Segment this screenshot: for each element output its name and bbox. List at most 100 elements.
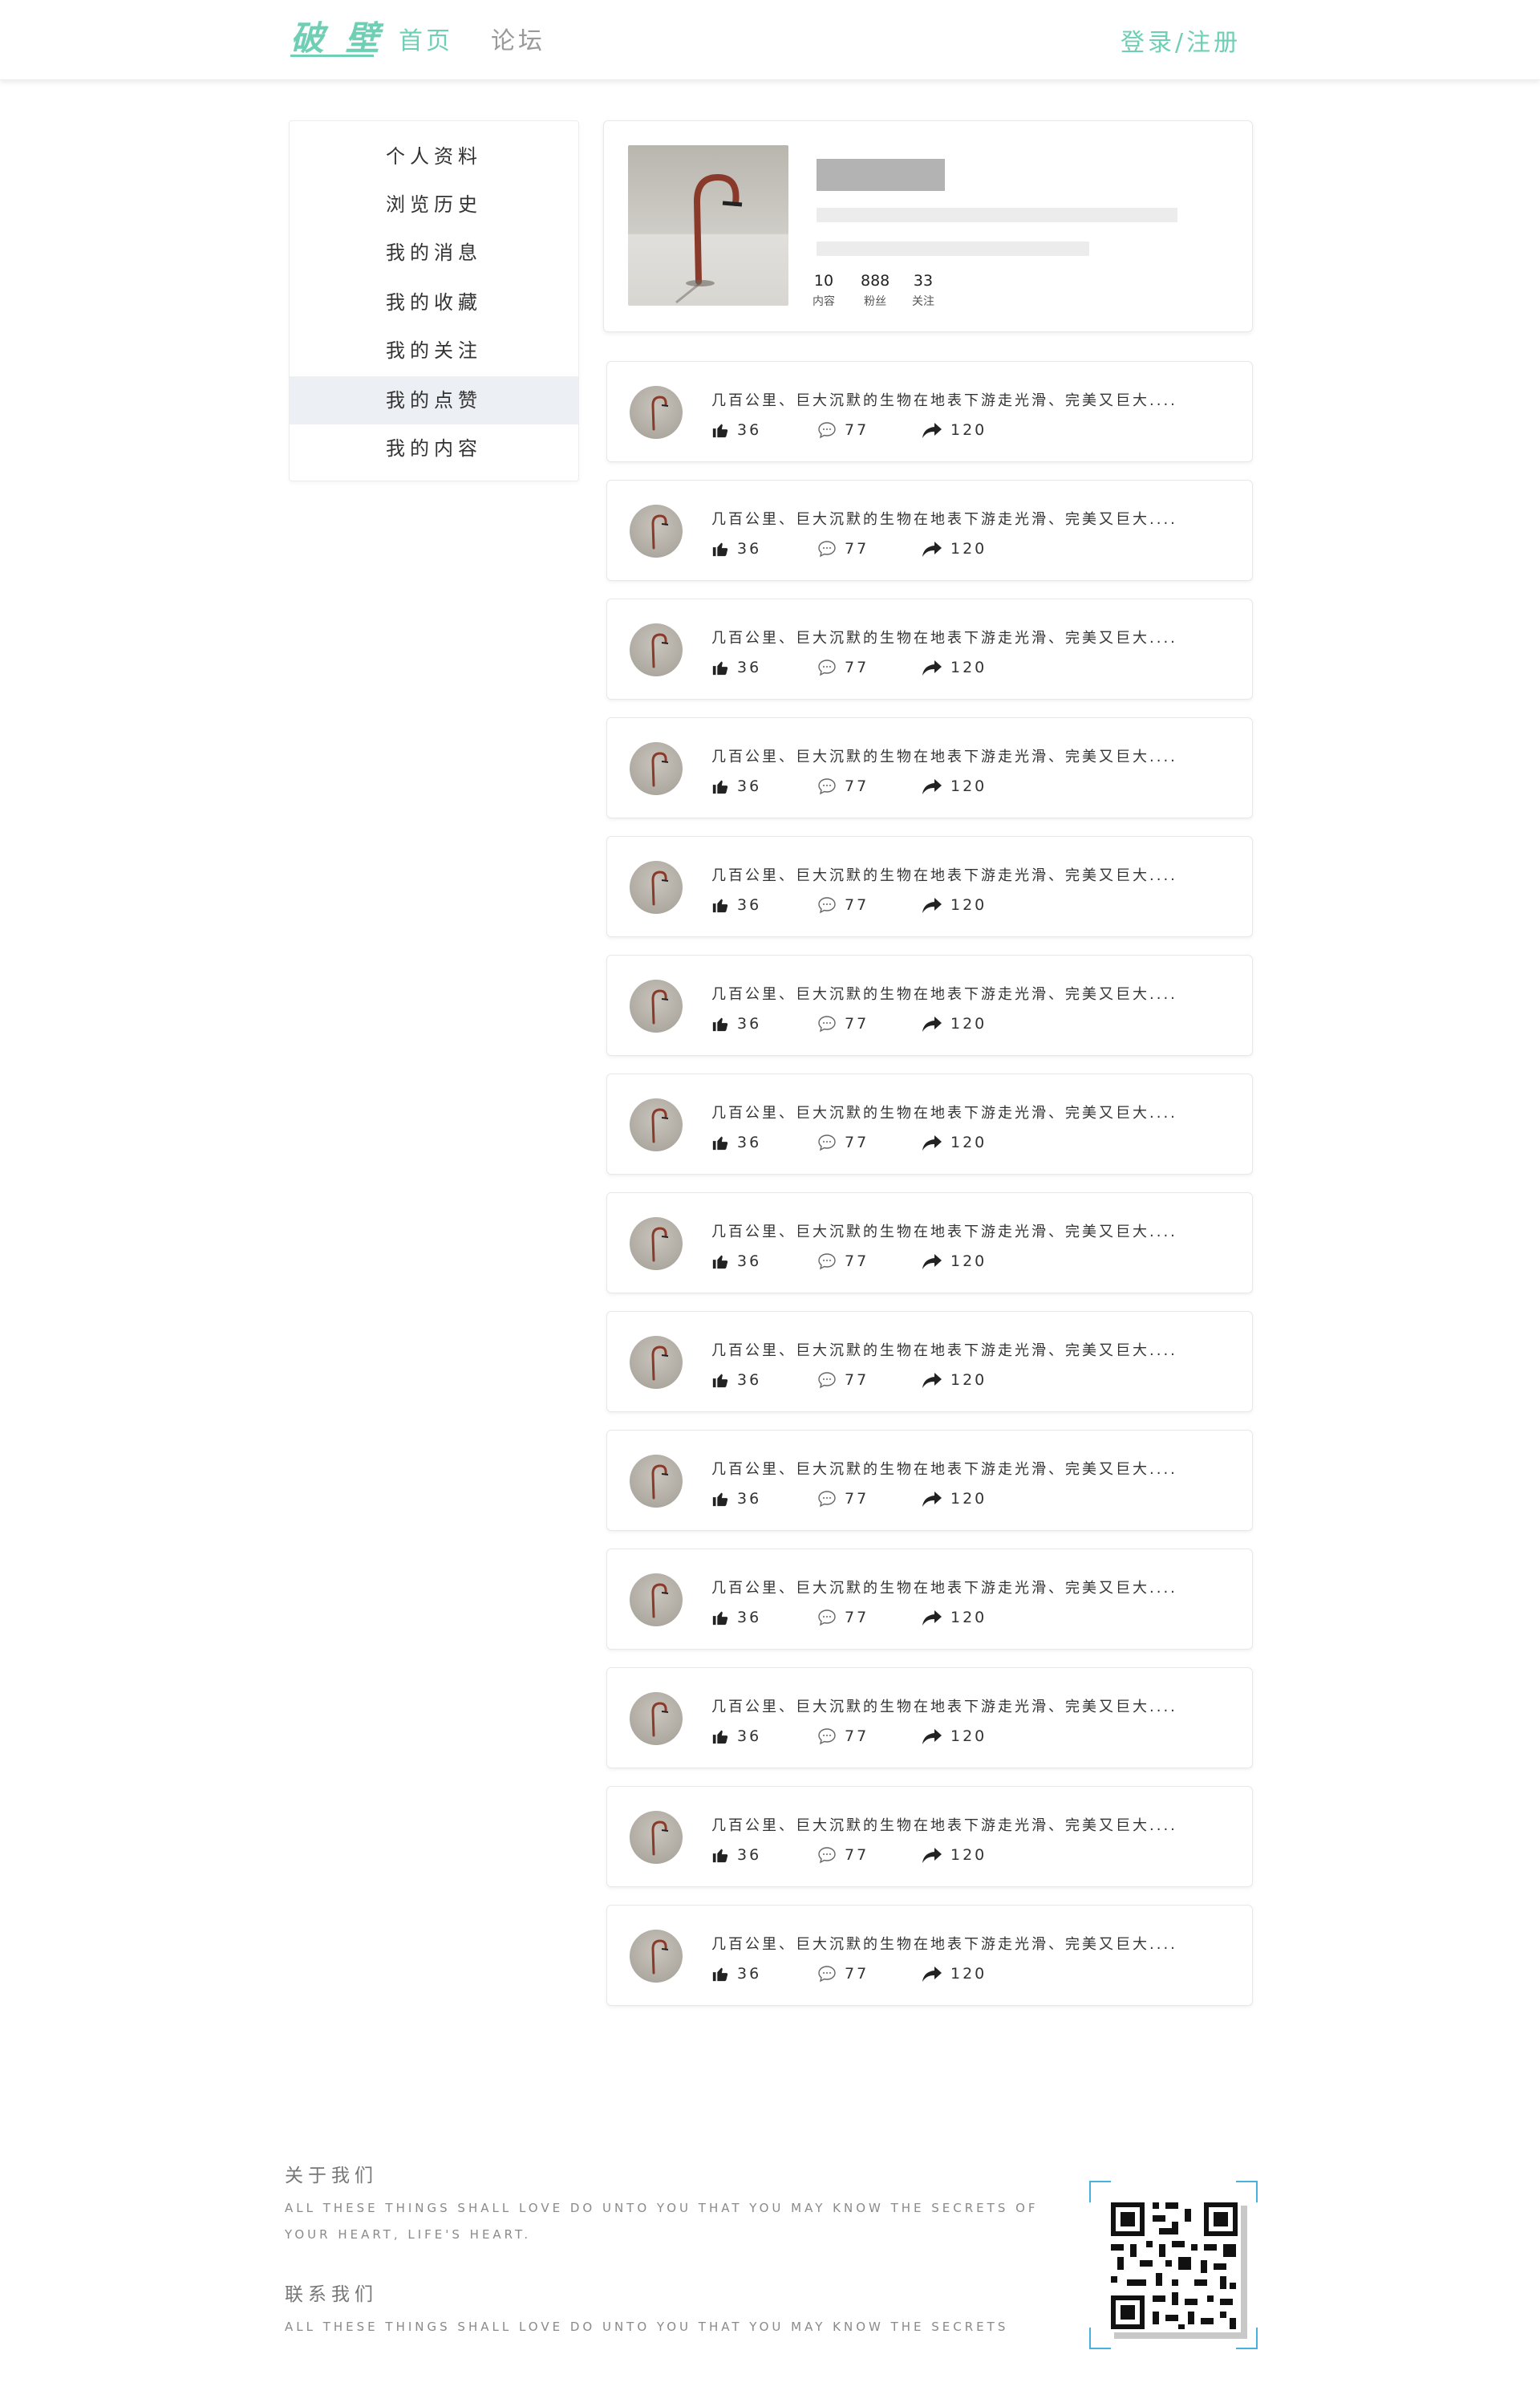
- comment-button[interactable]: 77: [817, 1490, 869, 1508]
- feed-avatar[interactable]: [630, 1573, 683, 1626]
- feed-item[interactable]: 几百公里、巨大沉默的生物在地表下游走光滑、完美又巨大.... 36 77 120: [606, 599, 1253, 700]
- feed-item[interactable]: 几百公里、巨大沉默的生物在地表下游走光滑、完美又巨大.... 36 77 120: [606, 1549, 1253, 1650]
- comment-button[interactable]: 77: [817, 896, 869, 914]
- like-button[interactable]: 36: [711, 896, 761, 914]
- share-button[interactable]: 120: [922, 1252, 987, 1270]
- feed-avatar[interactable]: [630, 623, 683, 676]
- feed-text[interactable]: 几百公里、巨大沉默的生物在地表下游走光滑、完美又巨大....: [711, 1339, 1177, 1360]
- share-button[interactable]: 120: [922, 1846, 987, 1864]
- sidebar-item-likes[interactable]: 我的点赞: [290, 376, 578, 424]
- stat-following[interactable]: 33 关注: [912, 272, 934, 309]
- share-button[interactable]: 120: [922, 1965, 987, 1983]
- stat-fans[interactable]: 888 粉丝: [861, 272, 890, 309]
- comment-button[interactable]: 77: [817, 1965, 869, 1983]
- share-arrow-icon: [922, 1254, 942, 1269]
- feed-item[interactable]: 几百公里、巨大沉默的生物在地表下游走光滑、完美又巨大.... 36 77 120: [606, 361, 1253, 462]
- feed-avatar[interactable]: [630, 1692, 683, 1745]
- nav-forum-link[interactable]: 论坛: [491, 21, 545, 56]
- feed-item[interactable]: 几百公里、巨大沉默的生物在地表下游走光滑、完美又巨大.... 36 77 120: [606, 955, 1253, 1056]
- share-button[interactable]: 120: [922, 1727, 987, 1745]
- comment-button[interactable]: 77: [817, 1015, 869, 1033]
- like-button[interactable]: 36: [711, 1609, 761, 1626]
- feed-avatar[interactable]: [630, 1811, 683, 1864]
- like-button[interactable]: 36: [711, 1252, 761, 1270]
- like-button[interactable]: 36: [711, 659, 761, 676]
- feed-text[interactable]: 几百公里、巨大沉默的生物在地表下游走光滑、完美又巨大....: [711, 864, 1177, 885]
- sidebar-item-profile[interactable]: 个人资料: [290, 132, 578, 181]
- comment-bubble-icon: [818, 422, 836, 439]
- feed-item[interactable]: 几百公里、巨大沉默的生物在地表下游走光滑、完美又巨大.... 36 77 120: [606, 1311, 1253, 1412]
- feed-text[interactable]: 几百公里、巨大沉默的生物在地表下游走光滑、完美又巨大....: [711, 1220, 1177, 1241]
- comment-button[interactable]: 77: [817, 1371, 869, 1389]
- feed-text[interactable]: 几百公里、巨大沉默的生物在地表下游走光滑、完美又巨大....: [711, 1933, 1177, 1954]
- share-button[interactable]: 120: [922, 896, 987, 914]
- sidebar-item-following[interactable]: 我的关注: [290, 327, 578, 375]
- feed-text[interactable]: 几百公里、巨大沉默的生物在地表下游走光滑、完美又巨大....: [711, 745, 1177, 766]
- feed-item[interactable]: 几百公里、巨大沉默的生物在地表下游走光滑、完美又巨大.... 36 77 120: [606, 1192, 1253, 1293]
- login-register-link[interactable]: 登录/注册: [1121, 22, 1241, 58]
- feed-text[interactable]: 几百公里、巨大沉默的生物在地表下游走光滑、完美又巨大....: [711, 1695, 1177, 1716]
- like-button[interactable]: 36: [711, 1371, 761, 1389]
- like-button[interactable]: 36: [711, 540, 761, 558]
- like-button[interactable]: 36: [711, 421, 761, 439]
- feed-text[interactable]: 几百公里、巨大沉默的生物在地表下游走光滑、完美又巨大....: [711, 627, 1177, 647]
- feed-item[interactable]: 几百公里、巨大沉默的生物在地表下游走光滑、完美又巨大.... 36 77 120: [606, 480, 1253, 581]
- feed-avatar[interactable]: [630, 1930, 683, 1983]
- comment-button[interactable]: 77: [817, 540, 869, 558]
- feed-item[interactable]: 几百公里、巨大沉默的生物在地表下游走光滑、完美又巨大.... 36 77 120: [606, 717, 1253, 818]
- like-button[interactable]: 36: [711, 777, 761, 795]
- like-button[interactable]: 36: [711, 1490, 761, 1508]
- share-button[interactable]: 120: [922, 1134, 987, 1151]
- comment-button[interactable]: 77: [817, 1609, 869, 1626]
- sidebar-item-messages[interactable]: 我的消息: [290, 229, 578, 277]
- share-button[interactable]: 120: [922, 777, 987, 795]
- stat-content[interactable]: 10 内容: [813, 272, 835, 309]
- feed-text[interactable]: 几百公里、巨大沉默的生物在地表下游走光滑、完美又巨大....: [711, 389, 1177, 410]
- comment-button[interactable]: 77: [817, 1134, 869, 1151]
- share-button[interactable]: 120: [922, 1609, 987, 1626]
- like-button[interactable]: 36: [711, 1134, 761, 1151]
- feed-avatar[interactable]: [630, 742, 683, 795]
- feed-avatar[interactable]: [630, 1098, 683, 1151]
- comment-button[interactable]: 77: [817, 777, 869, 795]
- feed-text[interactable]: 几百公里、巨大沉默的生物在地表下游走光滑、完美又巨大....: [711, 1577, 1177, 1597]
- feed-avatar[interactable]: [630, 1217, 683, 1270]
- like-button[interactable]: 36: [711, 1727, 761, 1745]
- like-button[interactable]: 36: [711, 1846, 761, 1864]
- feed-text[interactable]: 几百公里、巨大沉默的生物在地表下游走光滑、完美又巨大....: [711, 1458, 1177, 1479]
- comment-button[interactable]: 77: [817, 421, 869, 439]
- feed-avatar[interactable]: [630, 861, 683, 914]
- feed-item[interactable]: 几百公里、巨大沉默的生物在地表下游走光滑、完美又巨大.... 36 77 120: [606, 1430, 1253, 1531]
- sidebar-item-content[interactable]: 我的内容: [290, 424, 578, 473]
- comment-button[interactable]: 77: [817, 1846, 869, 1864]
- feed-avatar[interactable]: [630, 386, 683, 439]
- feed-avatar[interactable]: [630, 1455, 683, 1508]
- sidebar-item-favorites[interactable]: 我的收藏: [290, 278, 578, 327]
- site-logo[interactable]: 破 壁: [290, 11, 384, 60]
- feed-item[interactable]: 几百公里、巨大沉默的生物在地表下游走光滑、完美又巨大.... 36 77 120: [606, 1074, 1253, 1175]
- feed-text[interactable]: 几百公里、巨大沉默的生物在地表下游走光滑、完美又巨大....: [711, 983, 1177, 1004]
- like-button[interactable]: 36: [711, 1015, 761, 1033]
- share-button[interactable]: 120: [922, 1371, 987, 1389]
- feed-item[interactable]: 几百公里、巨大沉默的生物在地表下游走光滑、完美又巨大.... 36 77 120: [606, 1786, 1253, 1887]
- share-button[interactable]: 120: [922, 540, 987, 558]
- share-button[interactable]: 120: [922, 1490, 987, 1508]
- nav-home-link[interactable]: 首页: [399, 21, 453, 56]
- feed-item[interactable]: 几百公里、巨大沉默的生物在地表下游走光滑、完美又巨大.... 36 77 120: [606, 1667, 1253, 1768]
- feed-avatar[interactable]: [630, 980, 683, 1033]
- share-button[interactable]: 120: [922, 659, 987, 676]
- comment-button[interactable]: 77: [817, 1252, 869, 1270]
- feed-text[interactable]: 几百公里、巨大沉默的生物在地表下游走光滑、完美又巨大....: [711, 1102, 1177, 1122]
- feed-text[interactable]: 几百公里、巨大沉默的生物在地表下游走光滑、完美又巨大....: [711, 1814, 1177, 1835]
- share-button[interactable]: 120: [922, 1015, 987, 1033]
- comment-button[interactable]: 77: [817, 1727, 869, 1745]
- like-button[interactable]: 36: [711, 1965, 761, 1983]
- feed-item[interactable]: 几百公里、巨大沉默的生物在地表下游走光滑、完美又巨大.... 36 77 120: [606, 836, 1253, 937]
- sidebar-item-history[interactable]: 浏览历史: [290, 181, 578, 229]
- feed-avatar[interactable]: [630, 1336, 683, 1389]
- feed-item[interactable]: 几百公里、巨大沉默的生物在地表下游走光滑、完美又巨大.... 36 77 120: [606, 1905, 1253, 2006]
- feed-text[interactable]: 几百公里、巨大沉默的生物在地表下游走光滑、完美又巨大....: [711, 508, 1177, 529]
- comment-button[interactable]: 77: [817, 659, 869, 676]
- feed-avatar[interactable]: [630, 505, 683, 558]
- share-button[interactable]: 120: [922, 421, 987, 439]
